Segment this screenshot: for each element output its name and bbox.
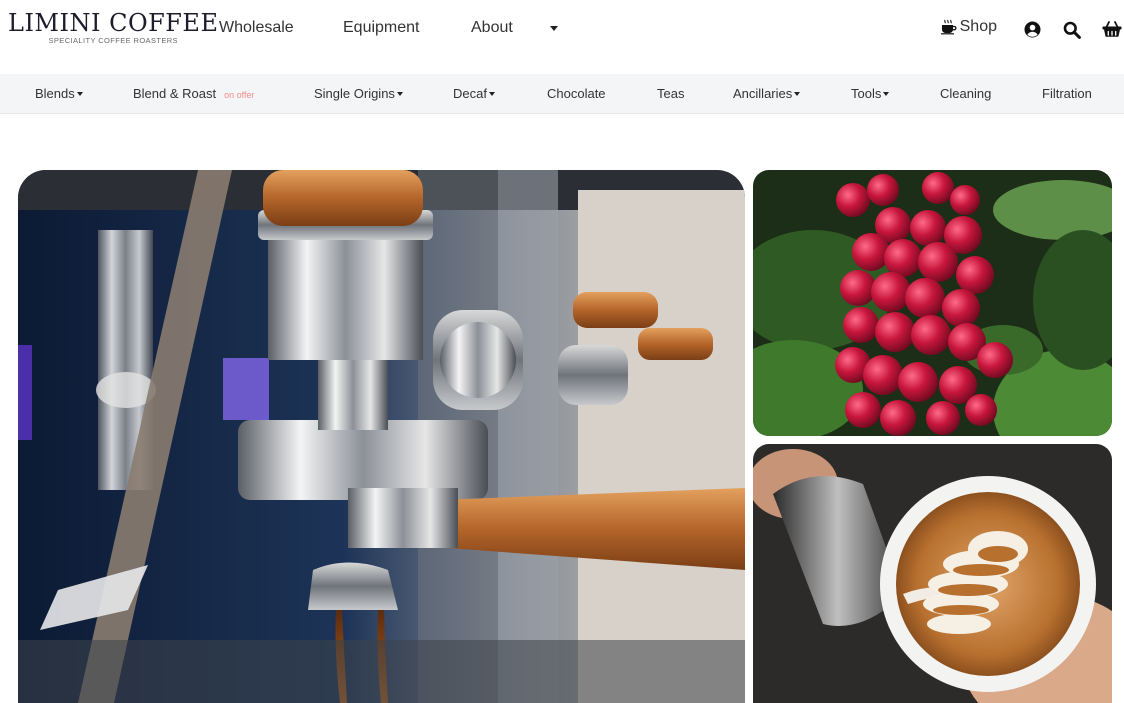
category-label: Chocolate: [547, 86, 606, 101]
caret-down-icon: [883, 92, 890, 96]
latte-pour-illustration: [753, 444, 1112, 703]
caret-down-icon: [396, 92, 403, 96]
category-cleaning[interactable]: Cleaning: [940, 86, 991, 101]
category-blends[interactable]: Blends: [35, 86, 83, 101]
brand-tagline: SPECIALITY COFFEE ROASTERS: [48, 36, 178, 45]
caret-down-icon: [794, 92, 801, 96]
category-filtration[interactable]: Filtration: [1042, 86, 1092, 101]
account-button[interactable]: [1024, 21, 1041, 38]
user-icon: [1024, 21, 1041, 38]
category-bar: Blends Blend & Roast on offer Single Orig…: [0, 74, 1124, 114]
category-ancillaries[interactable]: Ancillaries: [733, 86, 801, 101]
category-label: Teas: [657, 86, 685, 101]
nav-about[interactable]: About: [471, 19, 513, 37]
nav-wholesale[interactable]: Wholesale: [219, 19, 294, 37]
search-button[interactable]: [1063, 21, 1081, 39]
category-single-origins[interactable]: Single Origins: [314, 86, 403, 101]
category-teas[interactable]: Teas: [657, 86, 684, 101]
nav-equipment[interactable]: Equipment: [343, 19, 420, 37]
category-tools[interactable]: Tools: [851, 86, 890, 101]
site-header: LIMINI COFFEE SPECIALITY COFFEE ROASTERS…: [0, 0, 1124, 74]
shop-label: Shop: [959, 18, 997, 35]
category-label: Single Origins: [314, 86, 395, 101]
brand-logo[interactable]: LIMINI COFFEE SPECIALITY COFFEE ROASTERS: [8, 9, 218, 45]
category-label: Blend & Roast: [133, 86, 217, 101]
category-decaf[interactable]: Decaf: [453, 86, 495, 101]
category-label: Filtration: [1042, 86, 1092, 101]
coffee-cherries-image[interactable]: [753, 170, 1112, 436]
offer-badge: on offer: [224, 90, 255, 100]
espresso-machine-illustration: [18, 170, 745, 703]
category-chocolate[interactable]: Chocolate: [547, 86, 606, 101]
caret-down-icon[interactable]: [550, 26, 558, 31]
category-label: Tools: [851, 86, 882, 101]
basket-button[interactable]: [1102, 21, 1122, 38]
hero-espresso-machine-image[interactable]: [18, 170, 745, 703]
category-label: Ancillaries: [733, 86, 793, 101]
brand-name: LIMINI COFFEE: [8, 9, 219, 37]
category-blend-and-roast[interactable]: Blend & Roast on offer: [133, 86, 254, 101]
shop-link[interactable]: Shop: [940, 18, 997, 36]
search-icon: [1063, 21, 1081, 39]
category-label: Decaf: [453, 86, 487, 101]
category-label: Blends: [35, 86, 75, 101]
caret-down-icon: [76, 92, 83, 96]
basket-icon: [1102, 21, 1122, 37]
category-label: Cleaning: [940, 86, 992, 101]
coffee-cherries-illustration: [753, 170, 1112, 436]
latte-art-image[interactable]: [753, 444, 1112, 703]
caret-down-icon: [488, 92, 495, 96]
coffee-cup-icon: [940, 19, 957, 35]
